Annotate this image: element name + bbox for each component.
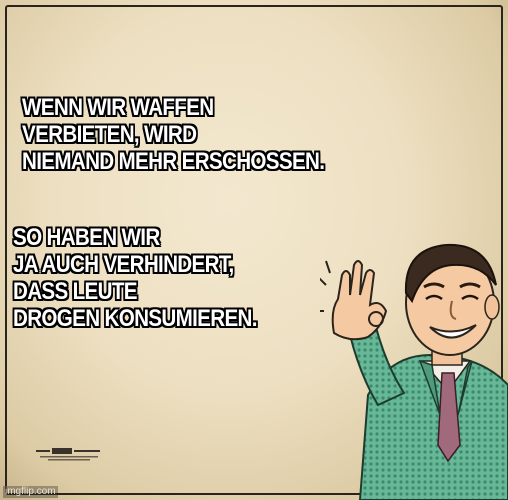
caption-top: WENN WIR WAFFEN VERBIETEN, WIRD NIEMAND …	[22, 94, 325, 175]
meme-panel: WENN WIR WAFFEN VERBIETEN, WIRD NIEMAND …	[0, 0, 508, 500]
caption-top-line: VERBIETEN, WIRD	[22, 121, 197, 148]
publisher-logo	[34, 446, 104, 464]
imgflip-watermark: imgflip.com	[3, 486, 58, 498]
retro-man-illustration	[320, 243, 508, 500]
caption-bottom-line: DROGEN KONSUMIEREN.	[13, 305, 257, 332]
caption-top-line: WENN WIR WAFFEN	[22, 94, 214, 121]
caption-bottom-line: DASS LEUTE	[13, 278, 138, 305]
ok-hand-icon	[331, 260, 388, 341]
caption-bottom-line: SO HABEN WIR	[13, 224, 160, 251]
caption-top-line: NIEMAND MEHR ERSCHOSSEN.	[22, 148, 325, 175]
caption-bottom: SO HABEN WIR JA AUCH VERHINDERT, DASS LE…	[13, 224, 257, 332]
caption-bottom-line: JA AUCH VERHINDERT,	[13, 251, 234, 278]
